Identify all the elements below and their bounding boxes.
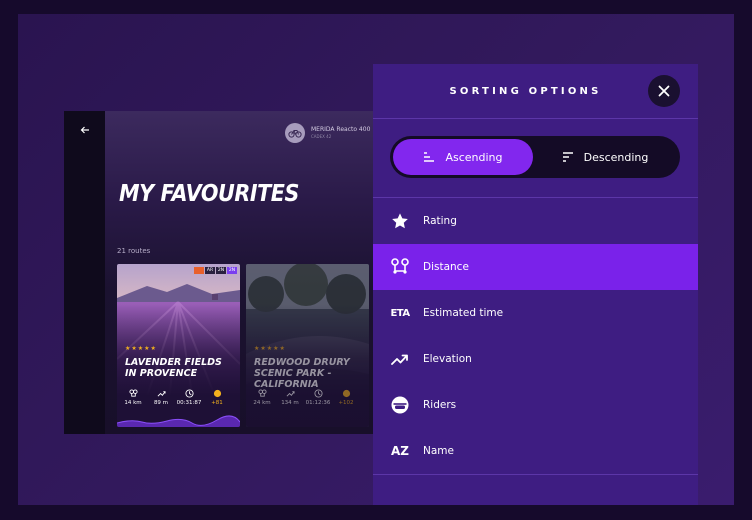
sort-option-label: Rating [423,215,457,227]
favourites-screen: MERIDA Reacto 400 CADEX 42 MY FAVOURITES… [64,111,374,434]
elevation-icon [157,391,166,397]
stat-time: 00:31:87 [176,400,202,406]
route-card[interactable]: AR 2N 2N ★★★★★ LAVENDER FIELDS IN PROVEN… [117,264,240,427]
stat-distance: 14 km [124,400,142,406]
side-rail [64,111,105,434]
stat-points: +81 [211,400,223,406]
route-card[interactable]: ★★★★★ REDWOOD DRURY SCENIC PARK - CALIFO… [246,264,369,427]
sort-option-label: Distance [423,261,469,273]
sort-option-label: Riders [423,399,457,411]
divider [373,474,698,475]
page-title: MY FAVOURITES [119,181,299,207]
back-arrow-icon[interactable] [78,125,92,139]
rider-helmet-icon [390,395,410,415]
star-icon [390,211,410,231]
panel-title: SORTING OPTIONS [449,85,602,97]
sort-option-label: Name [423,445,454,457]
route-title: LAVENDER FIELDS IN PROVENCE [125,357,222,379]
az-icon: AZ [391,444,409,458]
sort-option-label: Estimated time [423,307,504,319]
route-stats: 24 km 134 m 01:12:36 +102 [251,389,357,406]
eta-icon: ETA [390,307,410,319]
stat-time: 01:12:36 [305,400,331,406]
sort-option-distance[interactable]: Distance [373,244,698,290]
route-pins-icon [390,257,410,277]
order-toggle: Ascending Descending [390,136,680,178]
bike-icon [285,123,305,143]
trend-up-icon [390,349,410,369]
bike-selector[interactable]: MERIDA Reacto 400 CADEX 42 [285,123,370,143]
stat-elevation: 89 m [153,400,169,406]
descending-label: Descending [583,150,649,164]
stat-distance: 24 km [253,400,271,406]
close-icon [658,85,670,97]
sort-option-rating[interactable]: Rating [373,198,698,244]
order-toggle-section: Ascending Descending [373,119,698,198]
sort-descending-icon [562,152,573,162]
distance-icon [257,389,267,397]
route-tags: AR 2N 2N [194,267,237,274]
sort-option-riders[interactable]: Riders [373,382,698,428]
close-button[interactable] [648,75,680,107]
route-tag: 2N [227,267,237,274]
route-tag: 2N [216,267,226,274]
favourites-content: MERIDA Reacto 400 CADEX 42 MY FAVOURITES… [105,111,374,434]
sort-option-estimated-time[interactable]: ETA Estimated time [373,290,698,336]
elevation-profile [117,415,240,427]
sort-ascending-icon [424,152,435,162]
elevation-icon [286,391,295,397]
route-tag [194,267,204,274]
panel-header: SORTING OPTIONS [373,64,698,119]
bike-subtitle: CADEX 42 [311,134,332,139]
rating-stars: ★★★★★ [254,345,286,352]
eta-icon [313,389,323,398]
stat-elevation: 134 m [281,400,299,406]
eta-icon [184,389,194,398]
rating-stars: ★★★★★ [125,345,157,352]
route-tag: AR [205,267,215,274]
stat-points: +102 [338,400,354,406]
sort-option-elevation[interactable]: Elevation [373,336,698,382]
bike-name: MERIDA Reacto 400 [311,126,371,133]
sort-option-name[interactable]: AZ Name [373,428,698,474]
route-count: 21 routes [117,247,151,255]
ascending-label: Ascending [445,150,503,164]
sort-option-label: Elevation [423,353,472,365]
distance-icon [128,389,138,397]
route-title: REDWOOD DRURY SCENIC PARK - CALIFORNIA [254,357,350,390]
descending-button[interactable]: Descending [535,139,675,175]
ascending-button[interactable]: Ascending [393,139,533,175]
route-stats: 14 km 89 m 00:31:87 +81 [122,389,228,406]
sort-options-list: Rating Distance ETA Estimated time Eleva… [373,198,698,475]
coin-icon [342,389,350,398]
coin-icon [213,389,221,398]
sorting-options-panel: SORTING OPTIONS Ascending Descending Rat… [373,64,698,505]
